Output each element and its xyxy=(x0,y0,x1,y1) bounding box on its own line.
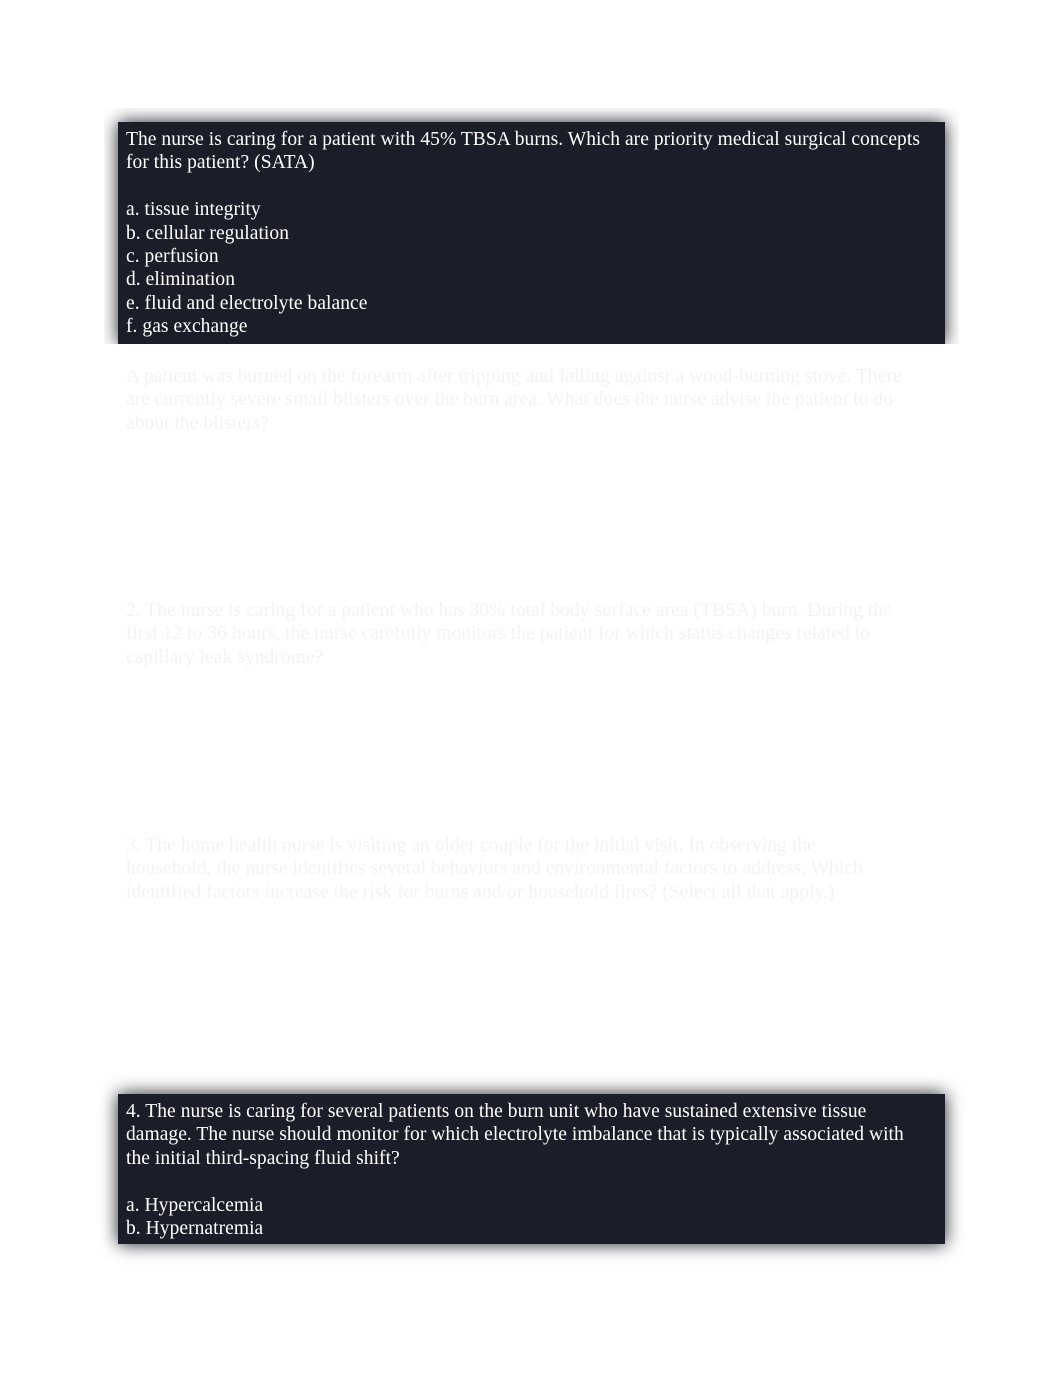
question-1-option-d[interactable]: d. elimination xyxy=(126,268,925,291)
question-4-option-a[interactable]: a. Hypercalcemia xyxy=(126,1194,925,1217)
question-1-option-a[interactable]: a. tissue integrity xyxy=(126,198,925,221)
question-1-stem: The nurse is caring for a patient with 4… xyxy=(126,129,920,174)
question-1-option-c[interactable]: c. perfusion xyxy=(126,245,925,268)
highlighted-question-block-1[interactable]: The nurse is caring for a patient with 4… xyxy=(118,122,945,344)
question-1-option-b[interactable]: b. cellular regulation xyxy=(126,222,925,245)
faded-question-block-2[interactable]: 2. The nurse is caring for a patient who… xyxy=(126,599,906,669)
document-page: The nurse is caring for a patient with 4… xyxy=(0,0,1062,1377)
highlighted-question-2-content: 4. The nurse is caring for several patie… xyxy=(126,1100,925,1240)
question-1-option-f[interactable]: f. gas exchange xyxy=(126,315,925,338)
faded-question-block-1[interactable]: A patient was burned on the forearm afte… xyxy=(126,365,906,435)
question-4-stem: 4. The nurse is caring for several patie… xyxy=(126,1101,904,1169)
faded-question-block-3[interactable]: 3. The home health nurse is visiting an … xyxy=(126,834,906,904)
question-4-option-b[interactable]: b. Hypernatremia xyxy=(126,1217,925,1240)
question-1-option-e[interactable]: e. fluid and electrolyte balance xyxy=(126,292,925,315)
highlighted-question-block-2[interactable]: 4. The nurse is caring for several patie… xyxy=(118,1094,945,1244)
highlighted-question-1-content: The nurse is caring for a patient with 4… xyxy=(126,128,925,339)
